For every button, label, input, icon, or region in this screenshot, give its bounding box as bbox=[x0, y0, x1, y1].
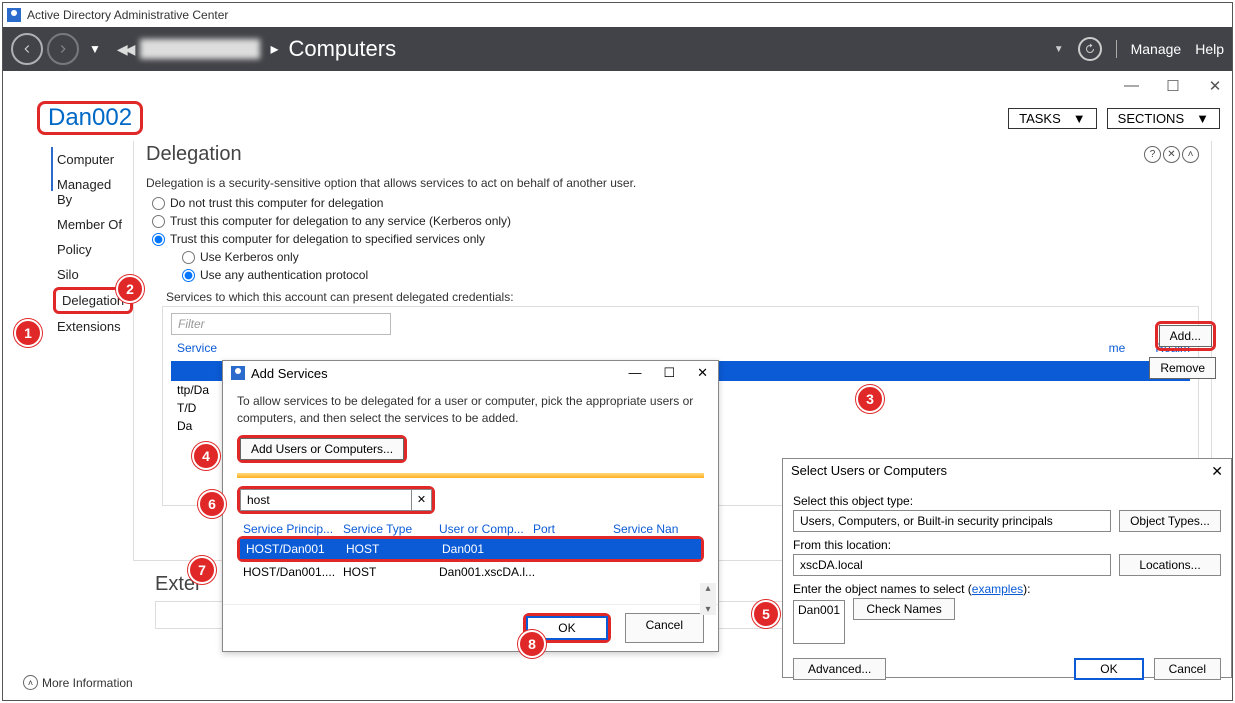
select-users-title: Select Users or Computers bbox=[791, 463, 947, 480]
refresh-button[interactable] bbox=[1078, 37, 1102, 61]
sidebar-item-extensions[interactable]: Extensions bbox=[53, 314, 133, 339]
dlg-close-button[interactable]: ✕ bbox=[697, 365, 708, 381]
sidebar-item-managedby[interactable]: Managed By bbox=[53, 172, 133, 212]
radio-trust-any[interactable]: Trust this computer for delegation to an… bbox=[146, 212, 1199, 230]
select-users-close-button[interactable]: ✕ bbox=[1211, 463, 1223, 480]
nav-forward-button[interactable] bbox=[47, 33, 79, 65]
col-service[interactable]: Service bbox=[177, 341, 217, 355]
object-types-button[interactable]: Object Types... bbox=[1119, 510, 1221, 532]
filter-input[interactable]: Filter bbox=[171, 313, 391, 335]
col-port[interactable]: Port bbox=[533, 522, 613, 536]
sidebar-item-computer[interactable]: Computer bbox=[53, 147, 133, 172]
breadcrumb-current[interactable]: Computers bbox=[288, 36, 396, 62]
breadcrumb-separator-icon: ▸ bbox=[270, 39, 278, 59]
advanced-button[interactable]: Advanced... bbox=[793, 658, 886, 680]
help-icon[interactable]: ? bbox=[1144, 146, 1161, 163]
tasks-dropdown[interactable]: TASKS▼ bbox=[1008, 108, 1097, 129]
radio-any-auth[interactable]: Use any authentication protocol bbox=[176, 266, 1199, 284]
service-row[interactable]: HOST/Dan001.... HOST Dan001.xscDA.l... bbox=[237, 562, 704, 582]
subwindow-controls: — ☐ ✕ bbox=[3, 71, 1232, 101]
sidebar-item-memberof[interactable]: Member Of bbox=[53, 212, 133, 237]
manage-menu[interactable]: Manage bbox=[1131, 41, 1182, 57]
service-row-selected[interactable]: HOST/Dan001 HOST Dan001 bbox=[240, 539, 701, 559]
step-badge-2: 2 bbox=[116, 275, 144, 303]
dlg-maximize-button[interactable]: ☐ bbox=[663, 365, 675, 381]
clear-search-icon[interactable]: ✕ bbox=[411, 490, 431, 510]
locations-button[interactable]: Locations... bbox=[1119, 554, 1221, 576]
delegation-description: Delegation is a security-sensitive optio… bbox=[146, 176, 1199, 190]
object-type-field: Users, Computers, or Built-in security p… bbox=[793, 510, 1111, 532]
step-badge-3: 3 bbox=[856, 385, 884, 413]
section-title: Delegation bbox=[146, 143, 242, 166]
close-section-icon[interactable]: ✕ bbox=[1163, 146, 1180, 163]
sections-dropdown[interactable]: SECTIONS▼ bbox=[1107, 108, 1220, 129]
dialog-description: To allow services to be delegated for a … bbox=[237, 393, 704, 427]
radio-kerberos-only[interactable]: Use Kerberos only bbox=[176, 248, 1199, 266]
remove-button[interactable]: Remove bbox=[1149, 357, 1216, 379]
select-users-ok-button[interactable]: OK bbox=[1074, 658, 1143, 680]
check-names-button[interactable]: Check Names bbox=[853, 598, 955, 620]
maximize-button[interactable]: ☐ bbox=[1166, 77, 1180, 95]
dialog-icon bbox=[231, 366, 245, 380]
col-spn[interactable]: Service Princip... bbox=[243, 522, 343, 536]
object-type-label: Select this object type: bbox=[793, 494, 1221, 508]
services-grid-header: Service Princip... Service Type User or … bbox=[237, 522, 704, 536]
breadcrumb-dropdown-icon[interactable]: ▼ bbox=[1054, 44, 1064, 55]
dialog-title: Add Services bbox=[251, 366, 328, 381]
step-badge-5: 5 bbox=[752, 600, 780, 628]
step-badge-6: 6 bbox=[198, 490, 226, 518]
names-label: Enter the object names to select (exampl… bbox=[793, 582, 1221, 596]
chevron-down-icon: ▼ bbox=[1196, 111, 1209, 126]
app-title: Active Directory Administrative Center bbox=[27, 8, 228, 22]
close-button[interactable]: ✕ bbox=[1208, 77, 1222, 95]
sidebar-item-policy[interactable]: Policy bbox=[53, 237, 133, 262]
examples-link[interactable]: examples bbox=[972, 582, 1023, 596]
location-field: xscDA.local bbox=[793, 554, 1111, 576]
services-columns: Service me Realm bbox=[171, 335, 1190, 355]
step-badge-7: 7 bbox=[188, 556, 216, 584]
dialog-title-bar: Add Services — ☐ ✕ bbox=[223, 361, 718, 385]
add-services-dialog: Add Services — ☐ ✕ To allow services to … bbox=[222, 360, 719, 652]
radio-trust-specified[interactable]: Trust this computer for delegation to sp… bbox=[146, 230, 1199, 248]
col-name[interactable]: me bbox=[1109, 341, 1126, 355]
app-icon bbox=[7, 8, 21, 22]
expand-icon[interactable]: ˄ bbox=[23, 675, 38, 690]
footer: ˄ More Information bbox=[23, 675, 133, 690]
scrollbar[interactable]: ▴▾ bbox=[700, 583, 716, 615]
cancel-button[interactable]: Cancel bbox=[625, 613, 704, 643]
collapse-section-icon[interactable]: ˄ bbox=[1182, 146, 1199, 163]
step-badge-8: 8 bbox=[518, 630, 546, 658]
location-label: From this location: bbox=[793, 538, 1221, 552]
object-name-title: Dan002 bbox=[37, 101, 143, 135]
chevron-down-icon: ▼ bbox=[1073, 111, 1086, 126]
progress-bar bbox=[237, 473, 704, 478]
step-badge-1: 1 bbox=[14, 319, 42, 347]
help-menu[interactable]: Help bbox=[1195, 41, 1224, 57]
nav-header: ▼ ◀◀ ▸ Computers ▼ Manage Help bbox=[3, 27, 1232, 71]
col-svctype[interactable]: Service Type bbox=[343, 522, 439, 536]
section-sidebar: Computer Managed By Member Of Policy Sil… bbox=[3, 141, 133, 561]
add-users-computers-button[interactable]: Add Users or Computers... bbox=[240, 438, 404, 460]
breadcrumb-root-icon[interactable]: ◀◀ bbox=[117, 41, 133, 58]
app-title-bar: Active Directory Administrative Center bbox=[3, 3, 1232, 27]
nav-dropdown-icon[interactable]: ▼ bbox=[89, 42, 101, 56]
select-users-dialog: Select Users or Computers ✕ Select this … bbox=[782, 458, 1232, 678]
dlg-minimize-button[interactable]: — bbox=[628, 365, 641, 381]
minimize-button[interactable]: — bbox=[1124, 77, 1138, 95]
add-button[interactable]: Add... bbox=[1159, 325, 1212, 347]
nav-back-button[interactable] bbox=[11, 33, 43, 65]
select-users-cancel-button[interactable]: Cancel bbox=[1154, 658, 1221, 680]
more-info-link[interactable]: More Information bbox=[42, 676, 133, 690]
col-usercomp[interactable]: User or Comp... bbox=[439, 522, 533, 536]
object-names-input[interactable]: Dan001 bbox=[793, 600, 845, 644]
separator bbox=[1116, 40, 1117, 58]
breadcrumb-domain-blurred bbox=[140, 39, 260, 59]
services-label: Services to which this account can prese… bbox=[166, 290, 1199, 304]
search-services-input[interactable]: host ✕ bbox=[240, 489, 432, 511]
col-svcname[interactable]: Service Nan bbox=[613, 522, 704, 536]
step-badge-4: 4 bbox=[192, 442, 220, 470]
radio-do-not-trust[interactable]: Do not trust this computer for delegatio… bbox=[146, 194, 1199, 212]
